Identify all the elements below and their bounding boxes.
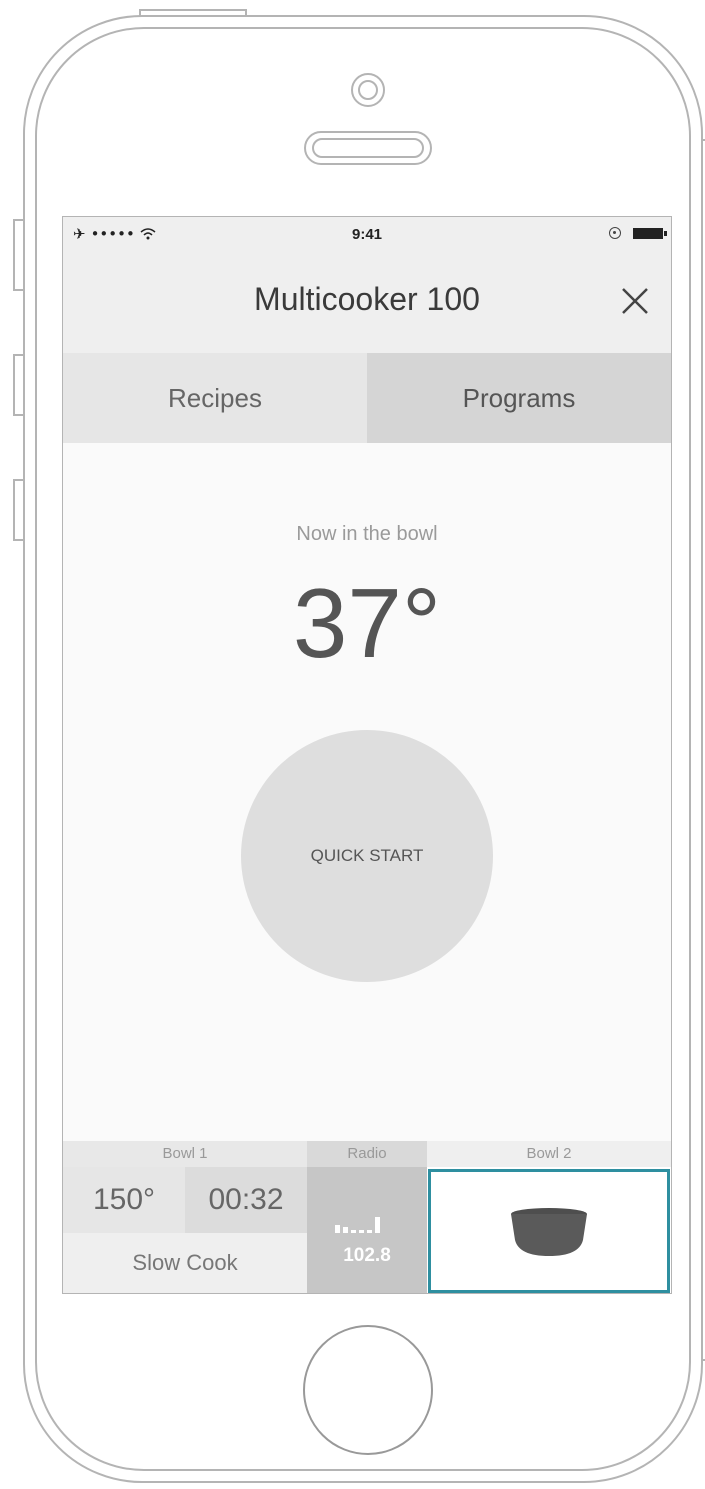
page-title: Multicooker 100 <box>254 281 480 317</box>
tab-programs[interactable]: Programs <box>367 353 671 443</box>
radio-panel[interactable]: Radio 102.8 <box>307 1141 427 1293</box>
bowl2-label: Bowl 2 <box>427 1141 671 1167</box>
bowl1-panel[interactable]: Bowl 1 150° 00:32 Slow Cook <box>63 1141 307 1293</box>
bowl-icon <box>511 1208 587 1256</box>
close-icon[interactable] <box>613 279 657 323</box>
bowl2-panel[interactable]: Bowl 2 <box>427 1141 671 1293</box>
bowl1-label: Bowl 1 <box>63 1141 307 1167</box>
bowl1-mode: Slow Cook <box>63 1233 307 1293</box>
tab-recipes[interactable]: Recipes <box>63 353 367 443</box>
home-button[interactable] <box>303 1325 433 1455</box>
app-screen: ✈ ••••• 9:41 Multicooker 100 Recipes Pro… <box>63 217 671 1293</box>
status-bar: ✈ ••••• 9:41 <box>63 217 671 253</box>
bowl2-selected-tile[interactable] <box>428 1169 670 1293</box>
status-right <box>609 227 667 239</box>
bowl1-temperature: 150° <box>63 1167 185 1233</box>
quick-start-button[interactable]: QUICK START <box>241 730 493 982</box>
radio-label: Radio <box>307 1141 427 1167</box>
nav-bar: Multicooker 100 <box>63 253 671 353</box>
now-in-bowl-label: Now in the bowl <box>296 523 438 545</box>
current-temperature: 37° <box>292 568 442 678</box>
radio-frequency: 102.8 <box>343 1245 391 1266</box>
tab-bar: Recipes Programs <box>63 353 671 443</box>
location-icon <box>609 227 621 239</box>
bowl1-timer: 00:32 <box>185 1167 307 1233</box>
battery-icon <box>633 227 667 239</box>
bottom-panel: Bowl 1 150° 00:32 Slow Cook Radio 102.8 … <box>63 1141 671 1293</box>
status-time: 9:41 <box>351 226 383 243</box>
quick-start-label: QUICK START <box>310 846 424 865</box>
signal-bars-icon <box>335 1215 395 1233</box>
